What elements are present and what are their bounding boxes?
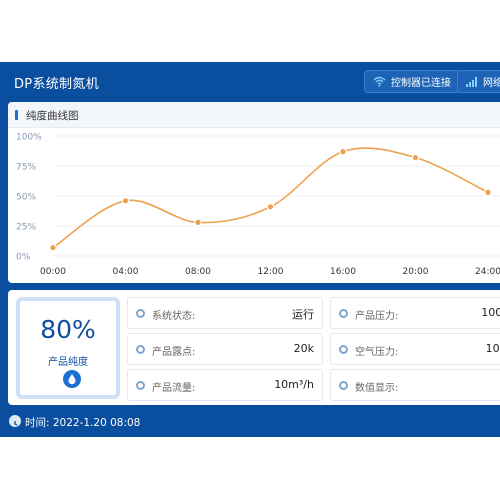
stat-value: 100k <box>485 342 500 355</box>
stat-key: 产品露点: <box>152 347 196 358</box>
purity-label: 产品纯度 <box>48 357 88 368</box>
x-tick-label: 24:00 <box>475 267 500 277</box>
stat-value-display: 数值显示: 9 <box>330 369 500 401</box>
purity-value: 80% <box>40 315 96 344</box>
stat-value: 运行 <box>292 308 314 321</box>
wifi-icon <box>373 76 386 87</box>
app-title: DP系统制氮机 <box>14 77 99 92</box>
data-point <box>266 203 275 211</box>
stat-value: 10m³/h <box>274 378 314 391</box>
stat-product-flow: 产品流量: 10m³/h <box>127 369 323 401</box>
stat-key: 产品流量: <box>152 383 196 394</box>
y-tick-label: 25% <box>16 223 36 233</box>
signal-bars-icon <box>466 76 477 87</box>
bullet-icon <box>339 381 348 390</box>
bullet-icon <box>339 309 348 318</box>
data-point <box>339 147 347 156</box>
stat-key: 空气压力: <box>355 347 399 358</box>
app-window: DP系统制氮机 控制器已连接 网络 纯度曲线图 100% 75% 50% 25%… <box>0 62 500 437</box>
network-status-badge[interactable]: 网络 <box>457 70 500 93</box>
x-tick-label: 00:00 <box>40 267 66 277</box>
x-tick-label: 08:00 <box>185 267 211 277</box>
stat-key: 数值显示: <box>355 383 399 394</box>
data-point <box>484 188 492 197</box>
stat-system-status: 系统状态: 运行 <box>127 297 323 329</box>
water-drop-icon <box>63 370 81 388</box>
stat-product-pressure: 产品压力: 100m <box>330 297 500 329</box>
stat-product-dew-point: 产品露点: 20k <box>127 333 323 365</box>
bullet-icon <box>136 309 145 318</box>
bullet-icon <box>136 381 145 390</box>
stat-key: 产品压力: <box>355 311 399 322</box>
data-point <box>121 197 130 205</box>
y-tick-label: 0% <box>16 253 31 263</box>
series-line <box>52 147 489 249</box>
timestamp: 时间: 2022-1.20 08:08 <box>25 417 141 429</box>
bullet-icon <box>136 345 145 354</box>
purity-line-chart: 100% 75% 50% 25% 0% 00:00 04:00 08:00 12:00 16:00… <box>16 133 500 277</box>
stat-air-pressure: 空气压力: 100k <box>330 333 500 365</box>
controller-status-badge[interactable]: 控制器已连接 <box>364 70 460 93</box>
stat-value: 100m <box>481 306 500 319</box>
controller-status-label: 控制器已连接 <box>391 78 451 89</box>
x-tick-label: 16:00 <box>330 267 356 277</box>
header: DP系统制氮机 控制器已连接 网络 <box>0 62 500 100</box>
clock-icon <box>9 415 21 427</box>
y-tick-label: 75% <box>16 163 36 173</box>
network-status-label: 网络 <box>483 78 500 89</box>
info-panel: 80% 产品纯度 系统状态: 运行 产品压力: 100m 产品露点: 20k 空 <box>8 290 500 405</box>
data-point <box>49 243 57 252</box>
y-tick-label: 100% <box>16 133 42 143</box>
purity-gauge: 80% 产品纯度 <box>16 297 120 399</box>
stat-key: 系统状态: <box>152 311 196 322</box>
y-tick-label: 50% <box>16 193 36 203</box>
data-point <box>411 153 420 162</box>
x-tick-label: 20:00 <box>403 267 429 277</box>
footer: 时间: 2022-1.20 08:08 <box>0 409 500 437</box>
x-tick-label: 12:00 <box>258 267 284 277</box>
bullet-icon <box>339 345 348 354</box>
purity-chart-card: 纯度曲线图 100% 75% 50% 25% 0% 00:00 04:00 08:00 12:0… <box>8 102 500 283</box>
stat-value: 20k <box>293 342 314 355</box>
data-point <box>194 218 202 227</box>
x-tick-label: 04:00 <box>113 267 139 277</box>
